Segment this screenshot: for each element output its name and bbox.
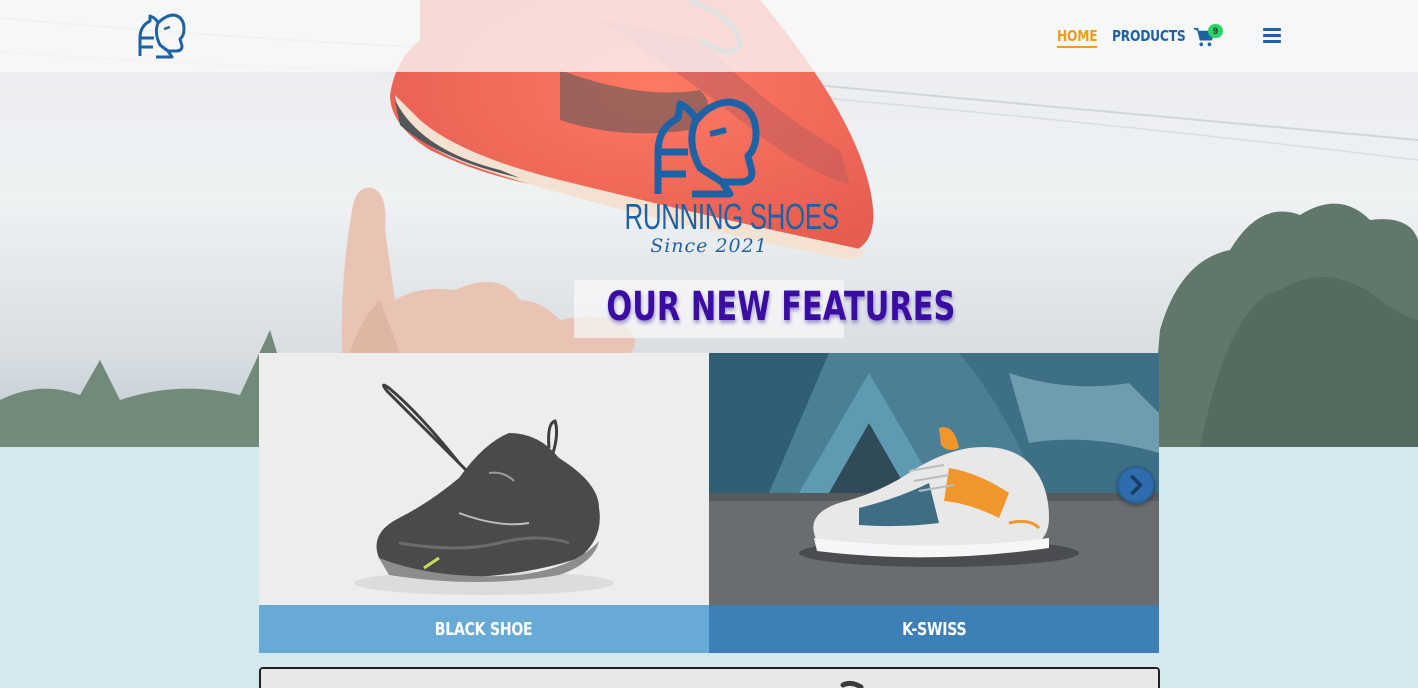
horse-head-logo-icon[interactable] xyxy=(136,11,186,61)
chevron-right-icon[interactable] xyxy=(1117,466,1155,504)
nav-link-products[interactable]: PRODUCTS xyxy=(1112,27,1186,45)
brand-name: RUNNING SHOES xyxy=(624,196,839,237)
product-image-preview xyxy=(261,669,1158,688)
feature-card-label: K-SWISS xyxy=(709,605,1159,653)
feature-card-black-shoe[interactable]: BLACK SHOE xyxy=(259,353,709,653)
hamburger-menu-icon[interactable] xyxy=(1263,28,1281,44)
feature-card-title: BLACK SHOE xyxy=(435,618,533,640)
menu-line xyxy=(1263,28,1281,31)
feature-card-title: K-SWISS xyxy=(901,618,967,640)
product-section-preview xyxy=(259,667,1160,688)
section-title: OUR NEW FEATURES xyxy=(606,284,956,330)
black-running-shoe-photo xyxy=(259,353,709,605)
horse-head-logo-icon xyxy=(654,98,760,198)
brand-tagline: Since 2021 xyxy=(650,235,768,257)
top-navbar: HOME PRODUCTS 9 xyxy=(0,0,1418,72)
feature-card-k-swiss[interactable]: K-SWISS xyxy=(709,353,1159,653)
menu-line xyxy=(1263,34,1281,37)
k-swiss-sneaker-photo xyxy=(709,353,1159,605)
feature-card-label: BLACK SHOE xyxy=(259,605,709,653)
menu-line xyxy=(1263,40,1281,43)
cart-count-badge: 9 xyxy=(1208,24,1223,38)
nav-link-home[interactable]: HOME xyxy=(1057,27,1098,48)
